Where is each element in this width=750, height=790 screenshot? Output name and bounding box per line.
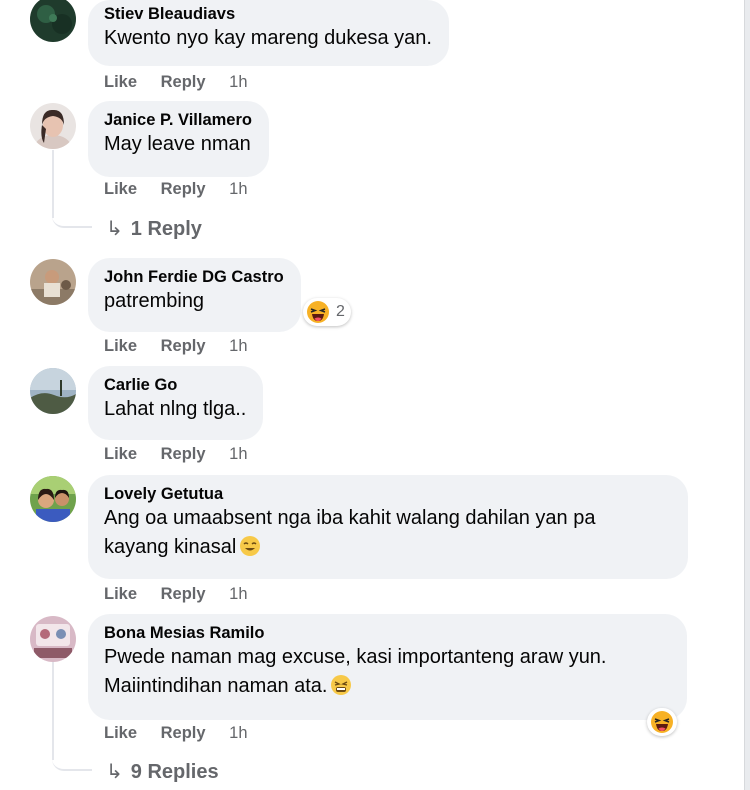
avatar[interactable] bbox=[30, 476, 76, 522]
comment-actions: Like Reply 1h bbox=[104, 336, 248, 356]
smiling-face-emoji bbox=[240, 536, 261, 556]
comment-text: Pwede naman mag excuse, kasi importanten… bbox=[104, 643, 670, 701]
like-button[interactable]: Like bbox=[104, 445, 137, 463]
avatar[interactable] bbox=[30, 103, 76, 149]
like-button[interactable]: Like bbox=[104, 337, 137, 355]
comment-actions: Like Reply 1h bbox=[104, 723, 248, 743]
thread-connector-curve bbox=[52, 745, 92, 771]
comment-author[interactable]: Janice P. Villamero bbox=[104, 110, 252, 130]
comment-bubble: Carlie Go Lahat nlng tlga.. bbox=[88, 366, 264, 440]
comment-author[interactable]: Stiev Bleaudiavs bbox=[104, 4, 432, 24]
avatar[interactable] bbox=[30, 0, 76, 42]
reply-button[interactable]: Reply bbox=[161, 724, 206, 742]
comment-text-line: Maiintindihan naman ata. bbox=[104, 675, 328, 697]
comment-author[interactable]: Bona Mesias Ramilo bbox=[104, 623, 670, 643]
like-button[interactable]: Like bbox=[104, 724, 137, 742]
comment-bubble: Janice P. Villamero May leave nman bbox=[88, 101, 269, 177]
view-replies-link[interactable]: ↳ 1 Reply bbox=[106, 217, 202, 241]
comment-bubble: Stiev Bleaudiavs Kwento nyo kay mareng d… bbox=[88, 0, 449, 66]
reply-arrow-icon: ↳ bbox=[106, 218, 123, 240]
comment-text-line: Ang oa umaabsent nga iba kahit walang da… bbox=[104, 507, 596, 529]
reply-button[interactable]: Reply bbox=[161, 585, 206, 603]
avatar[interactable] bbox=[30, 616, 76, 662]
replies-count: 1 Reply bbox=[130, 218, 202, 240]
comment-timestamp[interactable]: 1h bbox=[229, 445, 247, 463]
replies-count: 9 Replies bbox=[130, 761, 219, 783]
comment-actions: Like Reply 1h bbox=[104, 179, 248, 199]
view-replies-link[interactable]: ↳ 9 Replies bbox=[106, 760, 219, 784]
comment-actions: Like Reply 1h bbox=[104, 444, 248, 464]
comment-timestamp[interactable]: 1h bbox=[229, 337, 247, 355]
comment-timestamp[interactable]: 1h bbox=[229, 180, 247, 198]
thread-connector-curve bbox=[52, 200, 92, 228]
comment-bubble: Bona Mesias Ramilo Pwede naman mag excus… bbox=[88, 614, 687, 720]
comment-timestamp[interactable]: 1h bbox=[229, 724, 247, 742]
like-button[interactable]: Like bbox=[104, 73, 137, 91]
reaction-summary[interactable]: 2 bbox=[303, 298, 351, 326]
comment-text: Kwento nyo kay mareng dukesa yan. bbox=[104, 27, 432, 49]
comment-text: May leave nman bbox=[104, 133, 251, 155]
reply-button[interactable]: Reply bbox=[161, 73, 206, 91]
comment-text: patrembing bbox=[104, 290, 205, 312]
reply-button[interactable]: Reply bbox=[161, 337, 206, 355]
like-button[interactable]: Like bbox=[104, 585, 137, 603]
comment-bubble: Lovely Getutua Ang oa umaabsent nga iba … bbox=[88, 475, 688, 579]
comment-author[interactable]: Lovely Getutua bbox=[104, 484, 671, 504]
haha-reaction-icon bbox=[651, 711, 673, 733]
reaction-count: 2 bbox=[336, 303, 345, 320]
avatar[interactable] bbox=[30, 368, 76, 414]
like-button[interactable]: Like bbox=[104, 180, 137, 198]
reply-arrow-icon: ↳ bbox=[106, 761, 123, 783]
comment-timestamp[interactable]: 1h bbox=[229, 73, 247, 91]
comment-actions: Like Reply 1h bbox=[104, 72, 248, 92]
tired-face-emoji bbox=[331, 675, 352, 695]
comment-text-line: Pwede naman mag excuse, kasi importanten… bbox=[104, 646, 607, 668]
comment-text-line: kayang kinasal bbox=[104, 536, 237, 558]
comment-text: Ang oa umaabsent nga iba kahit walang da… bbox=[104, 504, 671, 562]
comment-actions: Like Reply 1h bbox=[104, 584, 248, 604]
comment-timestamp[interactable]: 1h bbox=[229, 585, 247, 603]
comment-bubble: John Ferdie DG Castro patrembing bbox=[88, 258, 301, 332]
reply-button[interactable]: Reply bbox=[161, 445, 206, 463]
haha-reaction-icon bbox=[307, 301, 329, 323]
reply-button[interactable]: Reply bbox=[161, 180, 206, 198]
comment-author[interactable]: Carlie Go bbox=[104, 375, 246, 395]
avatar[interactable] bbox=[30, 259, 76, 305]
comment-author[interactable]: John Ferdie DG Castro bbox=[104, 267, 284, 287]
scrollbar-track[interactable] bbox=[744, 0, 750, 790]
comment-text: Lahat nlng tlga.. bbox=[104, 398, 247, 420]
reaction-summary[interactable] bbox=[647, 708, 677, 736]
